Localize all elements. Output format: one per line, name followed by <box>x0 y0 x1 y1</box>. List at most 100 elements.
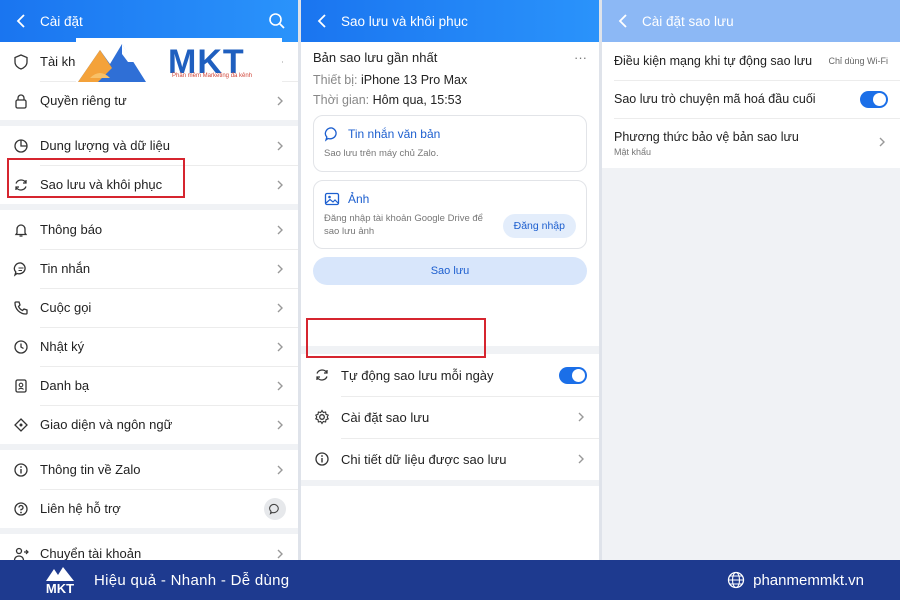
chevron-right-icon <box>274 419 286 431</box>
page-title: Cài đặt <box>40 13 83 29</box>
backup-options-group: Tự động sao lưu mỗi ngày Cài đặt sao lưu… <box>301 354 599 480</box>
settings-item-backup[interactable]: Sao lưu và khôi phục <box>0 165 298 204</box>
protection-method-label: Phương thức bảo vệ bản sao lưu <box>614 129 799 144</box>
settings-item-label: Quyền riêng tư <box>40 93 127 108</box>
auto-backup-label: Tự động sao lưu mỗi ngày <box>341 367 494 383</box>
settings-appbar: Cài đặt <box>0 0 298 42</box>
settings-item-appearance[interactable]: Giao diện và ngôn ngữ <box>0 405 298 444</box>
help-icon <box>12 500 30 518</box>
footer-slogan: Hiệu quả - Nhanh - Dễ dùng <box>94 571 290 589</box>
settings-item-label: Nhật ký <box>40 339 85 354</box>
chevron-right-icon <box>274 263 286 275</box>
settings-item-storage[interactable]: Dung lượng và dữ liệu <box>0 126 298 165</box>
pie-chart-icon <box>12 137 30 155</box>
device-value: iPhone 13 Pro Max <box>360 73 468 87</box>
backup-details-label: Chi tiết dữ liệu được sao lưu <box>341 451 507 467</box>
info-icon <box>12 461 30 479</box>
settings-panel: Cài đặt Tài khoản Quyền riêng tư Dung lư… <box>0 0 298 560</box>
phone-icon <box>12 299 30 317</box>
settings-item-label: Chuyển tài khoản <box>40 546 142 560</box>
chevron-right-icon <box>274 179 286 191</box>
chevron-right-icon <box>274 140 286 152</box>
mountain-logo-icon <box>78 44 146 82</box>
backup-settings-row[interactable]: Cài đặt sao lưu <box>301 396 599 438</box>
footer-website[interactable]: phanmemmkt.vn <box>727 571 864 589</box>
network-condition-label: Điều kiện mạng khi tự động sao lưu <box>614 54 813 68</box>
clock-icon <box>12 338 30 356</box>
brand-logo: MKT Phần mềm Marketing đa kênh <box>76 38 282 86</box>
chevron-right-icon <box>274 380 286 392</box>
settings-item-label: Giao diện và ngôn ngữ <box>40 417 173 432</box>
protection-method-row[interactable]: Phương thức bảo vệ bản sao lưu Mật khẩu <box>602 118 900 168</box>
backup-settings-appbar: Cài đặt sao lưu <box>602 0 900 42</box>
screenshot-root: Cài đặt Tài khoản Quyền riêng tư Dung lư… <box>0 0 900 600</box>
auto-backup-row[interactable]: Tự động sao lưu mỗi ngày <box>301 354 599 396</box>
login-button[interactable]: Đăng nhập <box>502 213 576 238</box>
more-options-icon[interactable]: ··· <box>574 50 587 65</box>
back-icon[interactable] <box>313 12 331 30</box>
support-chat-icon[interactable] <box>264 497 286 520</box>
device-line: Thiết bị: iPhone 13 Pro Max <box>313 73 587 87</box>
settings-group-switch: Chuyển tài khoản <box>0 534 298 560</box>
sync-icon <box>12 176 30 194</box>
back-icon[interactable] <box>614 12 632 30</box>
footer-banner: MKT Hiệu quả - Nhanh - Dễ dùng phanmemmk… <box>0 560 900 600</box>
latest-backup-card: Bản sao lưu gần nhất ··· Thiết bị: iPhon… <box>301 42 599 346</box>
backup-restore-panel: Sao lưu và khôi phục Bản sao lưu gần nhấ… <box>301 0 599 560</box>
bell-icon <box>12 221 30 239</box>
settings-item-diary[interactable]: Nhật ký <box>0 327 298 366</box>
backup-details-row[interactable]: Chi tiết dữ liệu được sao lưu <box>301 438 599 480</box>
backup-settings-panel: Cài đặt sao lưu Điều kiện mạng khi tự độ… <box>602 0 900 560</box>
auto-backup-toggle[interactable] <box>559 366 587 384</box>
network-condition-value: Chỉ dùng Wi-Fi <box>828 56 888 66</box>
backup-appbar: Sao lưu và khôi phục <box>301 0 599 42</box>
search-icon[interactable] <box>268 12 286 30</box>
settings-item-calls[interactable]: Cuộc gọi <box>0 288 298 327</box>
settings-item-notifications[interactable]: Thông báo <box>0 210 298 249</box>
messages-desc: Sao lưu trên máy chủ Zalo. <box>324 148 439 159</box>
e2ee-backup-toggle[interactable] <box>860 90 888 108</box>
globe-icon <box>727 571 745 589</box>
settings-item-switch-account[interactable]: Chuyển tài khoản <box>0 534 298 560</box>
chevron-right-icon <box>274 464 286 476</box>
switch-account-icon <box>12 545 30 561</box>
page-title: Sao lưu và khôi phục <box>341 13 468 29</box>
settings-item-label: Thông tin về Zalo <box>40 462 141 477</box>
photos-backup-card: Ảnh Đăng nhập tài khoản Google Drive để … <box>313 179 587 250</box>
chevron-right-icon <box>274 224 286 236</box>
settings-group-general: Thông báo Tin nhắn Cuộc gọi Nhật ký Danh <box>0 210 298 444</box>
photos-title: Ảnh <box>348 191 370 206</box>
time-line: Thời gian: Hôm qua, 15:53 <box>313 93 587 107</box>
settings-item-about[interactable]: Thông tin về Zalo <box>0 450 298 489</box>
settings-item-label: Tin nhắn <box>40 261 91 276</box>
settings-item-contacts[interactable]: Danh bạ <box>0 366 298 405</box>
footer-logo-text: MKT <box>45 580 75 596</box>
chevron-right-icon <box>876 136 888 151</box>
panel-filler <box>301 486 599 560</box>
chat-icon <box>12 260 30 278</box>
info-icon <box>313 450 331 468</box>
settings-item-support[interactable]: Liên hệ hỗ trợ <box>0 489 298 528</box>
messages-backup-card: Tin nhắn văn bản Sao lưu trên máy chủ Za… <box>313 115 587 172</box>
e2ee-backup-row[interactable]: Sao lưu trò chuyện mã hoá đầu cuối <box>602 80 900 118</box>
back-icon[interactable] <box>12 12 30 30</box>
image-icon <box>324 191 340 207</box>
photos-desc: Đăng nhập tài khoản Google Drive để sao … <box>324 212 483 237</box>
chevron-right-icon <box>274 341 286 353</box>
settings-item-label: Dung lượng và dữ liệu <box>40 138 170 153</box>
shield-icon <box>12 53 30 71</box>
footer-website-text: phanmemmkt.vn <box>753 571 864 589</box>
latest-backup-title: Bản sao lưu gần nhất <box>313 50 438 65</box>
sync-icon <box>313 366 331 384</box>
settings-item-messages[interactable]: Tin nhắn <box>0 249 298 288</box>
footer-logo: MKT <box>36 562 84 598</box>
backup-settings-label: Cài đặt sao lưu <box>341 409 430 425</box>
settings-item-label: Liên hệ hỗ trợ <box>40 501 121 516</box>
time-value: Hôm qua, 15:53 <box>372 93 462 107</box>
time-label: Thời gian: <box>313 93 370 107</box>
backup-now-button[interactable]: Sao lưu <box>313 257 587 286</box>
chevron-right-icon <box>274 302 286 314</box>
settings-item-privacy[interactable]: Quyền riêng tư <box>0 81 298 120</box>
brush-icon <box>12 416 30 434</box>
network-condition-row[interactable]: Điều kiện mạng khi tự động sao lưu Chỉ d… <box>602 42 900 80</box>
